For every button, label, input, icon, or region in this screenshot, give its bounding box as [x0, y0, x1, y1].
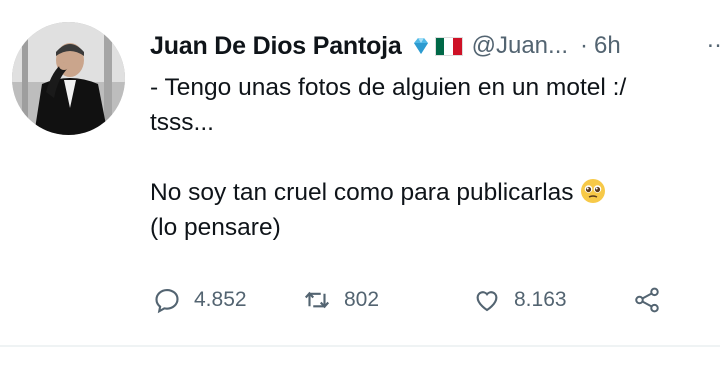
tweet-header: Juan De Dios Pantoja @Juan... · 6h	[150, 26, 621, 66]
retweet-count: 802	[344, 288, 380, 311]
like-count: 8.163	[514, 288, 567, 311]
retweet-icon	[304, 291, 330, 309]
pleading-face-emoji-icon	[580, 179, 605, 203]
heart-icon	[476, 291, 498, 312]
tweet-line: No soy tan cruel como para publicarlas	[150, 175, 715, 210]
retweet-button[interactable]: 802	[302, 282, 379, 318]
share-button[interactable]	[632, 282, 662, 318]
author-name[interactable]: Juan De Dios Pantoja	[150, 32, 402, 61]
tweet-line-text: No soy tan cruel como para publicarlas	[150, 179, 574, 206]
timestamp[interactable]: 6h	[594, 32, 621, 60]
diamond-badge-icon	[413, 38, 428, 54]
reply-icon	[155, 288, 179, 314]
tweet-text: - Tengo unas fotos de alguien en un mote…	[150, 70, 715, 245]
more-icon[interactable]: …	[706, 26, 720, 54]
separator-dot: ·	[580, 32, 589, 59]
tweet-line: tsss...	[150, 109, 214, 136]
divider	[0, 345, 720, 347]
avatar[interactable]	[12, 22, 125, 135]
tweet-line: (lo pensare)	[150, 214, 281, 241]
share-icon	[635, 287, 659, 313]
mexico-flag-icon	[434, 36, 463, 56]
tweet-line: - Tengo unas fotos de alguien en un mote…	[150, 74, 627, 101]
reply-button[interactable]: 4.852	[152, 282, 247, 318]
avatar-photo	[12, 22, 125, 135]
tweet-actions: 4.852 802 8.163	[152, 282, 712, 318]
reply-count: 4.852	[194, 288, 247, 311]
author-handle[interactable]: @Juan...	[472, 32, 568, 60]
like-button[interactable]: 8.163	[472, 282, 567, 318]
tweet-card[interactable]: Juan De Dios Pantoja @Juan... · 6h … - T…	[0, 0, 720, 367]
